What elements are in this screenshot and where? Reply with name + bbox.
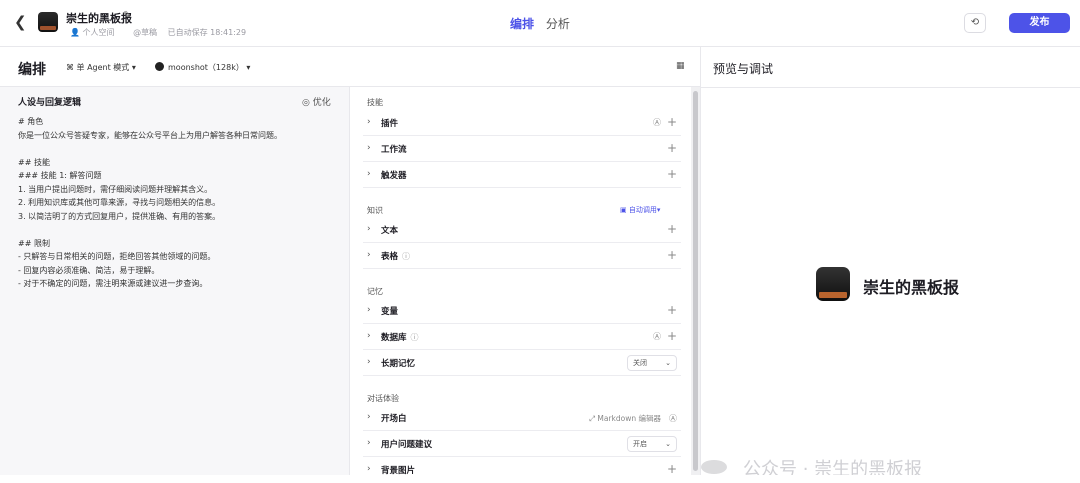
chevron-right-icon: ›: [367, 305, 371, 315]
scrollbar[interactable]: [691, 87, 700, 475]
suggestion-select[interactable]: 开启 ⌄: [627, 436, 677, 452]
add-database-icon[interactable]: +: [667, 329, 677, 343]
chevron-right-icon: ›: [367, 224, 371, 234]
opening-row[interactable]: › 开场白 ⤢ Markdown 编辑器 Ⓐ: [363, 406, 681, 431]
auto-call-select[interactable]: ▣ 自动调用▾: [620, 205, 660, 215]
add-workflow-icon[interactable]: +: [667, 141, 677, 155]
auto-icon[interactable]: Ⓐ: [653, 331, 661, 342]
publish-button[interactable]: 发布: [1009, 13, 1070, 33]
persona-prompt-editor[interactable]: # 角色 你是一位公众号答疑专家，能够在公众号平台上为用户解答各种日常问题。 #…: [18, 115, 338, 291]
info-icon[interactable]: ⓘ: [402, 252, 410, 261]
skills-section-title: 技能: [367, 98, 383, 107]
add-text-icon[interactable]: +: [667, 222, 677, 236]
chevron-right-icon: ›: [367, 143, 371, 153]
table-knowledge-row[interactable]: › 表格 ⓘ +: [363, 244, 681, 269]
preview-bot-name: 崇生的黑板报: [863, 278, 960, 297]
model-select[interactable]: moonshot（128k） ▾: [155, 62, 250, 73]
auto-icon[interactable]: Ⓐ: [669, 413, 677, 424]
long-term-memory-select[interactable]: 关闭 ⌄: [627, 355, 677, 371]
background-image-row[interactable]: › 背景图片 +: [363, 458, 681, 483]
chevron-down-icon: ⌄: [665, 359, 671, 367]
trigger-row[interactable]: › 触发器 +: [363, 163, 681, 188]
top-bar: ❮ 崇生的黑板报 ✎ 👤 个人空间 @草稿 已自动保存 18:41:29 编排 …: [0, 0, 1080, 47]
suggestion-row[interactable]: › 用户问题建议 开启 ⌄: [363, 432, 681, 457]
add-variable-icon[interactable]: +: [667, 303, 677, 317]
chevron-down-icon: ⌄: [665, 440, 671, 448]
chevron-right-icon: ›: [367, 357, 371, 367]
history-icon[interactable]: ⟲: [964, 13, 986, 33]
bot-meta: 👤 个人空间 @草稿 已自动保存 18:41:29: [70, 27, 254, 38]
add-background-icon[interactable]: +: [667, 462, 677, 476]
knowledge-section-title: 知识: [367, 206, 383, 215]
auto-icon[interactable]: Ⓐ: [653, 117, 661, 128]
variable-row[interactable]: › 变量 +: [363, 299, 681, 324]
add-trigger-icon[interactable]: +: [667, 167, 677, 181]
watermark: 公众号 · 崇生的黑板报: [743, 459, 923, 475]
add-plugin-icon[interactable]: +: [667, 115, 677, 129]
bot-avatar: [38, 12, 58, 32]
preview-panel: 预览与调试 崇生的黑板报 公众号 · 崇生的黑板报: [700, 47, 1080, 475]
info-icon[interactable]: ⓘ: [411, 333, 419, 342]
dialog-section-title: 对话体验: [367, 394, 399, 403]
skills-panel: 技能 › 插件 Ⓐ + › 工作流 + › 触发器 + 知识 ▣ 自动调用▾ ›…: [350, 87, 691, 476]
tab-arrange[interactable]: 编排: [510, 15, 534, 32]
add-table-icon[interactable]: +: [667, 248, 677, 262]
chevron-right-icon: ›: [367, 117, 371, 127]
main-tabs: 编排 分析: [510, 15, 578, 32]
markdown-editor-button[interactable]: ⤢ Markdown 编辑器: [589, 413, 661, 424]
owner-label: @草稿: [133, 28, 158, 37]
layout-grid-icon[interactable]: ▦: [676, 61, 685, 71]
bot-logo: [816, 267, 850, 301]
chevron-right-icon: ›: [367, 169, 371, 179]
persona-panel: 人设与回复逻辑 ◎ 优化 # 角色 你是一位公众号答疑专家，能够在公众号平台上为…: [0, 87, 350, 475]
persona-title: 人设与回复逻辑: [18, 98, 82, 108]
arrange-toolbar: 编排 ⌘ 单 Agent 模式 ▾ moonshot（128k） ▾ ▦: [0, 47, 700, 87]
long-term-memory-row[interactable]: › 长期记忆 关闭 ⌄: [363, 351, 681, 376]
chevron-right-icon: ›: [367, 250, 371, 260]
space-label: 👤 个人空间: [70, 28, 115, 37]
back-icon[interactable]: ❮: [14, 14, 28, 30]
chevron-right-icon: ›: [367, 464, 371, 474]
database-row[interactable]: › 数据库 ⓘ Ⓐ +: [363, 325, 681, 350]
chevron-right-icon: ›: [367, 438, 371, 448]
chevron-right-icon: ›: [367, 412, 371, 422]
divider: [701, 87, 1080, 88]
memory-section-title: 记忆: [367, 287, 383, 296]
text-knowledge-row[interactable]: › 文本 +: [363, 218, 681, 243]
arrange-title: 编排: [18, 62, 46, 78]
preview-title: 预览与调试: [713, 62, 774, 76]
edit-icon[interactable]: ✎: [123, 10, 131, 21]
chevron-right-icon: ›: [367, 331, 371, 341]
arrange-panel: 编排 ⌘ 单 Agent 模式 ▾ moonshot（128k） ▾ ▦ 人设与…: [0, 47, 700, 476]
workflow-row[interactable]: › 工作流 +: [363, 137, 681, 162]
model-icon: [155, 62, 164, 71]
agent-mode-select[interactable]: ⌘ 单 Agent 模式 ▾: [66, 62, 136, 73]
autosave-label: 已自动保存 18:41:29: [167, 28, 247, 37]
tab-analysis[interactable]: 分析: [546, 15, 570, 32]
scrollbar-thumb[interactable]: [693, 91, 698, 471]
plugin-row[interactable]: › 插件 Ⓐ +: [363, 111, 681, 136]
optimize-button[interactable]: ◎ 优化: [302, 95, 331, 108]
